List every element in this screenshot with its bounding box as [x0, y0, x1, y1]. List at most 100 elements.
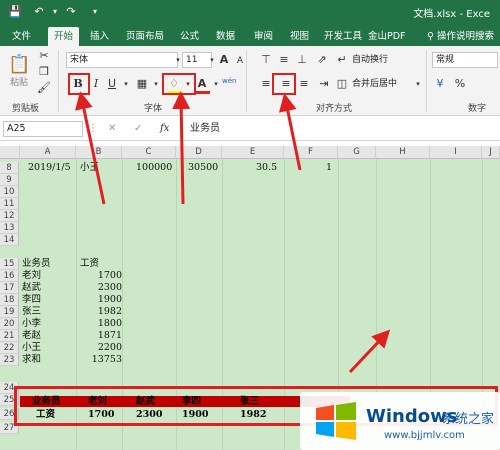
wrap-text-icon[interactable]: ↵ [334, 52, 350, 68]
wrap-text-button[interactable]: 自动换行 [352, 53, 388, 67]
font-name-select[interactable]: 宋体 [66, 52, 178, 68]
undo-dropdown-icon[interactable]: ▾ [48, 5, 62, 19]
cell-d8[interactable]: 30500 [188, 162, 218, 174]
enter-icon[interactable]: ✓ [134, 121, 142, 137]
italic-button[interactable]: I [88, 76, 104, 92]
list-value[interactable]: 1800 [76, 318, 122, 330]
undo-icon[interactable]: ↶ [32, 5, 46, 19]
underline-dropdown-icon[interactable]: ▾ [118, 76, 134, 92]
customize-toolbar-icon[interactable]: ▾ [88, 5, 102, 19]
grow-font-button[interactable]: A [216, 52, 232, 68]
cell-a8[interactable]: 2019/1/5 [28, 162, 71, 174]
list-name[interactable]: 张三 [22, 306, 41, 318]
cell-b8[interactable]: 小王 [80, 162, 99, 174]
row-header[interactable]: 10 [0, 186, 19, 198]
cell-f8[interactable]: 1 [326, 162, 332, 174]
list-name[interactable]: 老刘 [22, 270, 41, 282]
row-header[interactable]: 11 [0, 198, 19, 210]
column-header[interactable]: D [176, 146, 222, 159]
tab-view[interactable]: 视图 [284, 27, 315, 46]
list-name[interactable]: 小李 [22, 318, 41, 330]
row-header[interactable]: 15 [0, 258, 19, 270]
row-header[interactable]: 22 [0, 342, 19, 354]
row-header[interactable]: 17 [0, 282, 19, 294]
tab-insert[interactable]: 插入 [84, 27, 115, 46]
row-header[interactable]: 9 [0, 174, 19, 186]
list-value[interactable]: 1982 [76, 306, 122, 318]
tab-wps-pdf[interactable]: 金山PDF [362, 27, 412, 46]
align-top-icon[interactable]: ⊤ [258, 52, 274, 68]
row-header[interactable]: 19 [0, 306, 19, 318]
column-header[interactable]: E [222, 146, 284, 159]
row-header[interactable]: 16 [0, 270, 19, 282]
list-header-name[interactable]: 业务员 [22, 258, 51, 270]
cell-c8[interactable]: 100000 [136, 162, 172, 174]
list-value[interactable]: 1700 [76, 270, 122, 282]
row-header[interactable]: 12 [0, 210, 19, 222]
list-value[interactable]: 2300 [76, 282, 122, 294]
tab-file[interactable]: 文件 [6, 27, 37, 46]
column-header[interactable]: C [122, 146, 176, 159]
paste-label[interactable]: 粘贴 [10, 76, 28, 90]
list-value[interactable]: 2200 [76, 342, 122, 354]
list-name[interactable]: 赵武 [22, 282, 41, 294]
tab-review[interactable]: 审阅 [248, 27, 279, 46]
row-header[interactable]: 13 [0, 222, 19, 234]
row-header[interactable]: 14 [0, 234, 19, 246]
row-header[interactable]: 20 [0, 318, 19, 330]
list-name[interactable]: 老赵 [22, 330, 41, 342]
merge-center-button[interactable]: 合并后居中 [352, 77, 397, 91]
name-box[interactable]: A25 [3, 121, 83, 137]
window-title: 文档.xlsx - Exce [413, 9, 490, 20]
column-header[interactable]: B [76, 146, 122, 159]
row-header[interactable]: 23 [0, 354, 19, 366]
cancel-icon[interactable]: ✕ [108, 121, 116, 137]
list-value[interactable]: 1900 [76, 294, 122, 306]
column-header[interactable]: H [376, 146, 430, 159]
column-header[interactable]: F [284, 146, 338, 159]
cut-icon[interactable]: ✂ [36, 48, 52, 64]
list-name[interactable]: 小王 [22, 342, 41, 354]
phonetic-guide-button[interactable]: wén [222, 74, 236, 88]
list-name[interactable]: 李四 [22, 294, 41, 306]
separator [246, 50, 247, 112]
number-format-select[interactable]: 常规 [432, 52, 498, 68]
cell-e8[interactable]: 30.5 [256, 162, 277, 174]
row-header[interactable]: 18 [0, 294, 19, 306]
format-painter-icon[interactable]: 🖌 [36, 80, 52, 96]
merge-dropdown-icon[interactable]: ▾ [410, 76, 426, 92]
column-headers: A B C D E F G H I J [0, 146, 500, 159]
redo-icon[interactable]: ↷ [64, 5, 78, 19]
paste-icon[interactable]: 📋 [8, 52, 30, 78]
copy-icon[interactable]: ❐ [36, 64, 52, 80]
tab-page-layout[interactable]: 页面布局 [120, 27, 170, 46]
save-icon[interactable]: 💾 [8, 5, 22, 19]
list-value[interactable]: 13753 [76, 354, 122, 366]
select-all-corner[interactable] [0, 146, 20, 159]
tab-home[interactable]: 开始 [48, 27, 80, 46]
align-bottom-icon[interactable]: ⊥ [294, 52, 310, 68]
tab-formulas[interactable]: 公式 [174, 27, 205, 46]
align-middle-icon[interactable]: ≡ [276, 52, 292, 68]
insert-function-button[interactable]: fx [160, 121, 169, 137]
percent-icon[interactable]: % [452, 76, 468, 92]
column-header[interactable]: G [338, 146, 376, 159]
row-header[interactable]: 21 [0, 330, 19, 342]
list-value[interactable]: 1871 [76, 330, 122, 342]
name-box-dropdown-icon[interactable]: ⋮ [88, 121, 98, 137]
tell-me-search[interactable]: ⚲ 操作说明搜索 [427, 27, 494, 46]
formula-input[interactable]: 业务员 [190, 121, 220, 137]
row-header[interactable]: 8 [0, 162, 19, 174]
indent-icon[interactable]: ⇥ [316, 76, 332, 92]
currency-icon[interactable]: ¥ [432, 76, 448, 92]
list-name[interactable]: 求和 [22, 354, 41, 366]
column-header[interactable]: A [20, 146, 76, 159]
column-header[interactable]: I [430, 146, 482, 159]
column-header[interactable]: J [482, 146, 500, 159]
orientation-icon[interactable]: ⇗ [314, 52, 330, 68]
list-header-wage[interactable]: 工资 [80, 258, 99, 270]
align-right-icon[interactable]: ≡ [296, 76, 312, 92]
tab-developer[interactable]: 开发工具 [318, 27, 368, 46]
merge-center-icon[interactable]: ◫ [334, 76, 350, 92]
tab-data[interactable]: 数据 [210, 27, 241, 46]
